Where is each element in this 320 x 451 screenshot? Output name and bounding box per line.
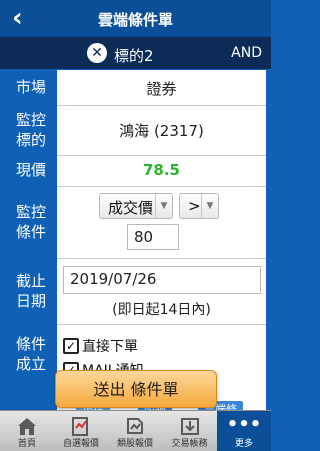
market-value[interactable]: 證券 xyxy=(57,78,266,99)
direct-order-checkbox[interactable]: ✓ 直接下單 xyxy=(63,336,138,356)
tab-home[interactable]: 首頁 xyxy=(0,411,54,451)
operator-select[interactable]: > ▼ xyxy=(179,193,219,219)
deadline-label: 截止日期 xyxy=(5,258,57,324)
target-header: ✕ 標的2 AND xyxy=(0,37,271,69)
page-title: 雲端條件單 xyxy=(97,11,173,29)
current-price-value: 78.5 xyxy=(142,161,180,179)
market-label: 市場 xyxy=(5,70,57,105)
deadline-date-input[interactable]: 2019/07/26 xyxy=(63,266,261,294)
check-icon: ✓ xyxy=(63,338,79,354)
monitor-target-value[interactable]: 鴻海 (2317) xyxy=(57,120,266,141)
more-icon: ••• xyxy=(226,414,262,435)
chevron-down-icon: ▼ xyxy=(155,194,172,218)
submit-condition-button[interactable]: 送出 條件單 xyxy=(55,370,217,408)
tab-category-quote[interactable]: 類股報價 xyxy=(108,411,162,451)
remove-target-icon[interactable]: ✕ xyxy=(87,43,107,63)
trigger-label: 條件成立 xyxy=(5,324,57,410)
current-price-row: 現價 78.5 xyxy=(5,155,266,187)
deadline-note: (即日起14日內) xyxy=(112,302,211,318)
monitor-target-row: 監控標的 鴻海 (2317) xyxy=(5,105,266,156)
chevron-down-icon: ▼ xyxy=(201,194,218,218)
trade-account-icon xyxy=(162,414,217,438)
tab-watchlist[interactable]: 自選報價 xyxy=(54,411,108,451)
tab-trade-account[interactable]: 交易帳務 xyxy=(162,411,217,451)
logic-label[interactable]: AND xyxy=(231,45,262,61)
monitor-condition-label: 監控條件 xyxy=(5,186,57,258)
bottom-tab-bar: 首頁 自選報價 類股報價 交易帳務 ••• 更多 xyxy=(0,410,271,451)
deadline-row: 截止日期 2019/07/26 (即日起14日內) xyxy=(5,258,266,325)
title-bar: ‹ 雲端條件單 xyxy=(0,0,271,37)
condition-field-select[interactable]: 成交價 ▼ xyxy=(99,193,173,219)
condition-form: 市場 證券 監控標的 鴻海 (2317) 現價 78.5 監控條件 成交價 ▼ … xyxy=(5,70,266,410)
monitor-target-label: 監控標的 xyxy=(5,105,57,155)
market-row: 市場 證券 xyxy=(5,70,266,106)
category-quote-icon xyxy=(108,414,162,438)
home-icon xyxy=(0,414,54,438)
current-price-label: 現價 xyxy=(5,155,57,186)
direct-order-label: 直接下單 xyxy=(82,339,138,355)
watchlist-icon xyxy=(54,414,108,438)
monitor-condition-row: 監控條件 成交價 ▼ > ▼ 80 xyxy=(5,186,266,259)
condition-value-input[interactable]: 80 xyxy=(127,224,179,250)
target-label: 標的2 xyxy=(114,47,154,65)
tab-more[interactable]: ••• 更多 xyxy=(217,411,271,451)
